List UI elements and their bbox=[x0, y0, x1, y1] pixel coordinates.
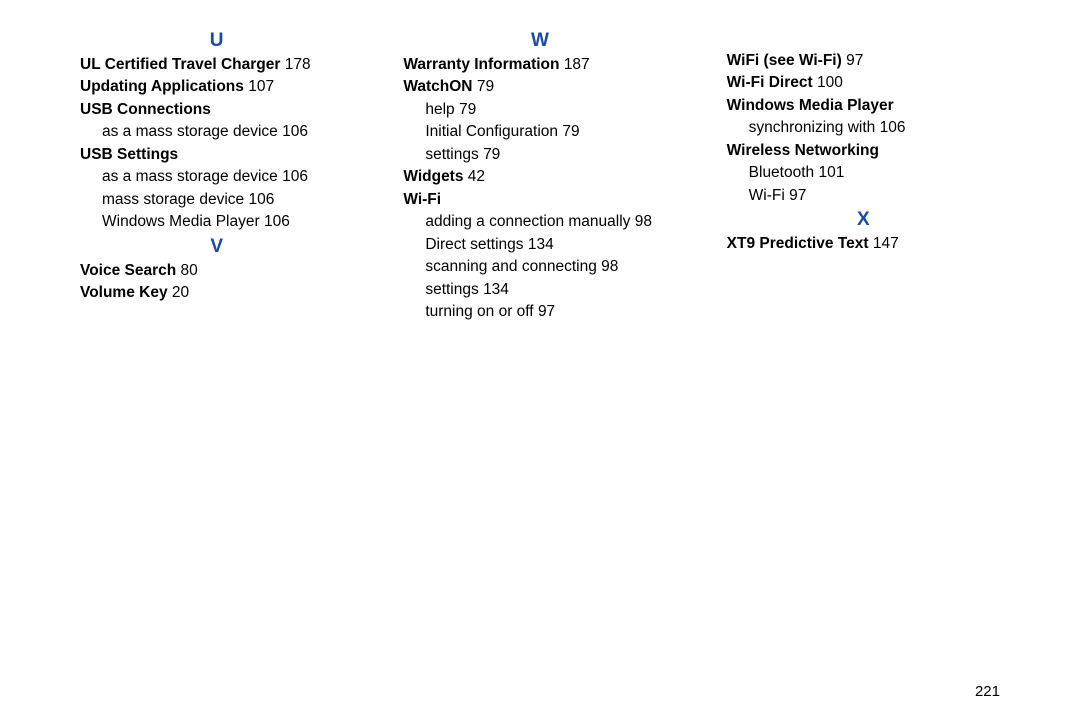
entry-page: 178 bbox=[285, 56, 311, 73]
entry-term: adding a connection manually bbox=[425, 213, 630, 230]
index-subentry: synchronizing with 106 bbox=[727, 117, 1000, 139]
entry-term: Widgets bbox=[403, 168, 463, 185]
entry-page: 107 bbox=[248, 78, 274, 95]
section-letter-v: V bbox=[80, 236, 353, 258]
entry-term: XT9 Predictive Text bbox=[727, 235, 869, 252]
index-entry: Updating Applications 107 bbox=[80, 76, 353, 98]
index-entry: Wi-Fi Direct 100 bbox=[727, 72, 1000, 94]
index-subentry: settings 79 bbox=[403, 144, 676, 166]
entry-term: Wi-Fi bbox=[749, 187, 785, 204]
entry-term: Windows Media Player bbox=[727, 97, 894, 114]
entry-page: 106 bbox=[880, 119, 906, 136]
entry-term: Initial Configuration bbox=[425, 123, 558, 140]
index-entry: USB Connections bbox=[80, 99, 353, 121]
entry-term: Volume Key bbox=[80, 284, 168, 301]
entry-term: Windows Media Player bbox=[102, 213, 260, 230]
entry-page: 79 bbox=[459, 101, 476, 118]
entry-page: 101 bbox=[818, 164, 844, 181]
index-subentry: settings 134 bbox=[403, 279, 676, 301]
entry-term: Voice Search bbox=[80, 262, 176, 279]
entry-term: Warranty Information bbox=[403, 56, 559, 73]
index-entry: Widgets 42 bbox=[403, 166, 676, 188]
index-entry: Wireless Networking bbox=[727, 140, 1000, 162]
index-entry: WiFi (see Wi-Fi) 97 bbox=[727, 50, 1000, 72]
entry-term: USB Connections bbox=[80, 101, 211, 118]
entry-term: Wi-Fi Direct bbox=[727, 74, 813, 91]
section-letter-u: U bbox=[80, 30, 353, 52]
index-subentry: adding a connection manually 98 bbox=[403, 211, 676, 233]
entry-term: synchronizing with bbox=[749, 119, 876, 136]
index-entry: USB Settings bbox=[80, 144, 353, 166]
index-subentry: as a mass storage device 106 bbox=[80, 121, 353, 143]
index-subentry: help 79 bbox=[403, 99, 676, 121]
entry-page: 80 bbox=[181, 262, 198, 279]
entry-page: 98 bbox=[635, 213, 652, 230]
entry-term: settings bbox=[425, 281, 478, 298]
entry-page: 79 bbox=[483, 146, 500, 163]
entry-page: 97 bbox=[538, 303, 555, 320]
index-entry: Windows Media Player bbox=[727, 95, 1000, 117]
index-column-1: U UL Certified Travel Charger 178 Updati… bbox=[80, 28, 353, 324]
entry-term: USB Settings bbox=[80, 146, 178, 163]
entry-page: 134 bbox=[483, 281, 509, 298]
index-entry: Wi-Fi bbox=[403, 189, 676, 211]
index-subentry: Wi-Fi 97 bbox=[727, 185, 1000, 207]
index-subentry: Initial Configuration 79 bbox=[403, 121, 676, 143]
entry-term: turning on or off bbox=[425, 303, 533, 320]
entry-term: scanning and connecting bbox=[425, 258, 597, 275]
index-subentry: Bluetooth 101 bbox=[727, 162, 1000, 184]
section-letter-x: X bbox=[727, 209, 1000, 231]
index-entry: Voice Search 80 bbox=[80, 260, 353, 282]
entry-term: WiFi (see Wi-Fi) bbox=[727, 52, 842, 69]
entry-term: Wireless Networking bbox=[727, 142, 879, 159]
entry-page: 106 bbox=[248, 191, 274, 208]
entry-term: Wi-Fi bbox=[403, 191, 441, 208]
entry-term: as a mass storage device bbox=[102, 123, 278, 140]
entry-page: 79 bbox=[562, 123, 579, 140]
index-columns: U UL Certified Travel Charger 178 Updati… bbox=[80, 28, 1000, 324]
entry-term: help bbox=[425, 101, 454, 118]
entry-page: 134 bbox=[528, 236, 554, 253]
entry-term: as a mass storage device bbox=[102, 168, 278, 185]
entry-term: Updating Applications bbox=[80, 78, 244, 95]
entry-term: WatchON bbox=[403, 78, 472, 95]
index-subentry: as a mass storage device 106 bbox=[80, 166, 353, 188]
index-subentry: Direct settings 134 bbox=[403, 234, 676, 256]
entry-page: 147 bbox=[873, 235, 899, 252]
index-subentry: Windows Media Player 106 bbox=[80, 211, 353, 233]
section-letter-w: W bbox=[403, 30, 676, 52]
index-column-2: W Warranty Information 187 WatchON 79 he… bbox=[403, 28, 676, 324]
entry-term: UL Certified Travel Charger bbox=[80, 56, 280, 73]
entry-page: 106 bbox=[282, 123, 308, 140]
entry-page: 97 bbox=[789, 187, 806, 204]
entry-page: 106 bbox=[282, 168, 308, 185]
index-column-3: WiFi (see Wi-Fi) 97 Wi-Fi Direct 100 Win… bbox=[727, 28, 1000, 324]
entry-page: 187 bbox=[564, 56, 590, 73]
entry-page: 20 bbox=[172, 284, 189, 301]
index-entry: WatchON 79 bbox=[403, 76, 676, 98]
entry-page: 79 bbox=[477, 78, 494, 95]
entry-term: Bluetooth bbox=[749, 164, 815, 181]
index-entry: XT9 Predictive Text 147 bbox=[727, 233, 1000, 255]
index-subentry: mass storage device 106 bbox=[80, 189, 353, 211]
page-number: 221 bbox=[975, 683, 1000, 700]
entry-page: 98 bbox=[601, 258, 618, 275]
index-entry: UL Certified Travel Charger 178 bbox=[80, 54, 353, 76]
index-entry: Warranty Information 187 bbox=[403, 54, 676, 76]
entry-page: 97 bbox=[846, 52, 863, 69]
entry-page: 106 bbox=[264, 213, 290, 230]
entry-term: Direct settings bbox=[425, 236, 523, 253]
entry-term: settings bbox=[425, 146, 478, 163]
entry-page: 42 bbox=[468, 168, 485, 185]
index-subentry: scanning and connecting 98 bbox=[403, 256, 676, 278]
index-entry: Volume Key 20 bbox=[80, 282, 353, 304]
entry-term: mass storage device bbox=[102, 191, 244, 208]
entry-page: 100 bbox=[817, 74, 843, 91]
index-subentry: turning on or off 97 bbox=[403, 301, 676, 323]
